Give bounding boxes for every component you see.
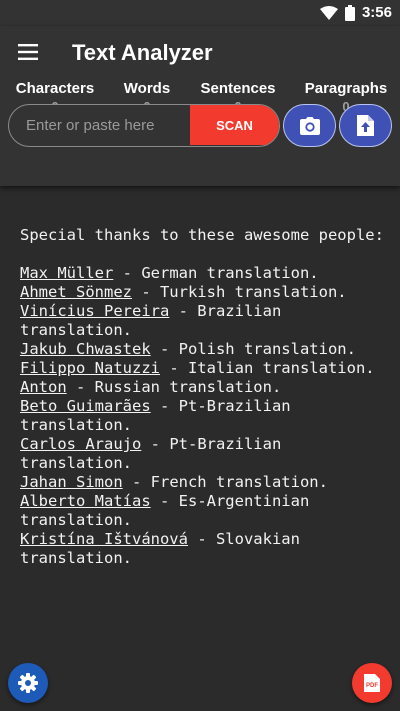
credit-item: Jahan Simon - French translation. <box>20 473 390 492</box>
credit-item: Alberto Matías - Es-Argentinian translat… <box>20 492 390 530</box>
credit-role: - Russian translation. <box>66 378 282 396</box>
contributor-link[interactable]: Max Müller <box>20 264 113 282</box>
contributor-link[interactable]: Carlos Araujo <box>20 435 141 453</box>
credit-item: Filippo Natuzzi - Italian translation. <box>20 359 390 378</box>
stat-label: Words <box>123 80 171 97</box>
credit-item: Ahmet Sönmez - Turkish translation. <box>20 283 390 302</box>
contributor-link[interactable]: Kristína Ištvánová <box>20 530 188 548</box>
credit-role: - Turkish translation. <box>131 283 347 301</box>
credits-intro: Special thanks to these awesome people: <box>20 226 384 244</box>
upload-file-button[interactable] <box>339 104 392 147</box>
scan-button[interactable]: SCAN <box>190 105 279 145</box>
text-input-group: SCAN <box>8 104 280 147</box>
contributor-link[interactable]: Jahan Simon <box>20 473 123 491</box>
credit-item: Beto Guimarães - Pt-Brazilian translatio… <box>20 397 390 435</box>
pdf-icon: PDF <box>364 674 380 692</box>
status-time: 3:56 <box>361 4 392 21</box>
contributor-link[interactable]: Beto Guimarães <box>20 397 151 415</box>
credit-role: - German translation. <box>113 264 319 282</box>
credit-item: Max Müller - German translation. <box>20 264 390 283</box>
contributor-link[interactable]: Anton <box>20 378 67 396</box>
menu-button[interactable] <box>16 42 40 64</box>
status-icons: 3:56 <box>319 4 392 21</box>
upload-file-icon <box>357 115 374 136</box>
stat-label: Sentences <box>200 80 276 97</box>
text-input[interactable] <box>9 105 191 145</box>
credit-item: Carlos Araujo - Pt-Brazilian translation… <box>20 435 390 473</box>
credit-role: - Italian translation. <box>159 359 375 377</box>
credit-item: Jakub Chwastek - Polish translation. <box>20 340 390 359</box>
camera-button[interactable] <box>283 104 336 147</box>
wifi-icon <box>319 5 338 20</box>
export-pdf-button[interactable]: PDF <box>352 663 392 703</box>
credit-role: - Polish translation. <box>150 340 356 358</box>
gear-icon <box>18 673 38 693</box>
contributor-link[interactable]: Vinícius Pereira <box>20 302 169 320</box>
contributor-link[interactable]: Jakub Chwastek <box>20 340 151 358</box>
battery-icon <box>344 4 355 21</box>
settings-button[interactable] <box>8 663 48 703</box>
hamburger-menu-icon <box>18 44 38 60</box>
page-title: Text Analyzer <box>72 40 213 65</box>
camera-icon <box>299 116 320 135</box>
stat-label: Paragraphs <box>304 80 388 97</box>
credit-item: Anton - Russian translation. <box>20 378 390 397</box>
stat-label: Characters <box>15 80 95 97</box>
contributor-link[interactable]: Filippo Natuzzi <box>20 359 160 377</box>
status-bar: 3:56 <box>0 0 400 26</box>
pdf-icon-label: PDF <box>366 683 378 689</box>
credits-text: Special thanks to these awesome people: … <box>20 226 390 568</box>
contributor-link[interactable]: Alberto Matías <box>20 492 151 510</box>
credit-role: - French translation. <box>122 473 328 491</box>
contributor-link[interactable]: Ahmet Sönmez <box>20 283 132 301</box>
credit-item: Kristína Ištvánová - Slovakian translati… <box>20 530 390 568</box>
credit-item: Vinícius Pereira - Brazilian translation… <box>20 302 390 340</box>
